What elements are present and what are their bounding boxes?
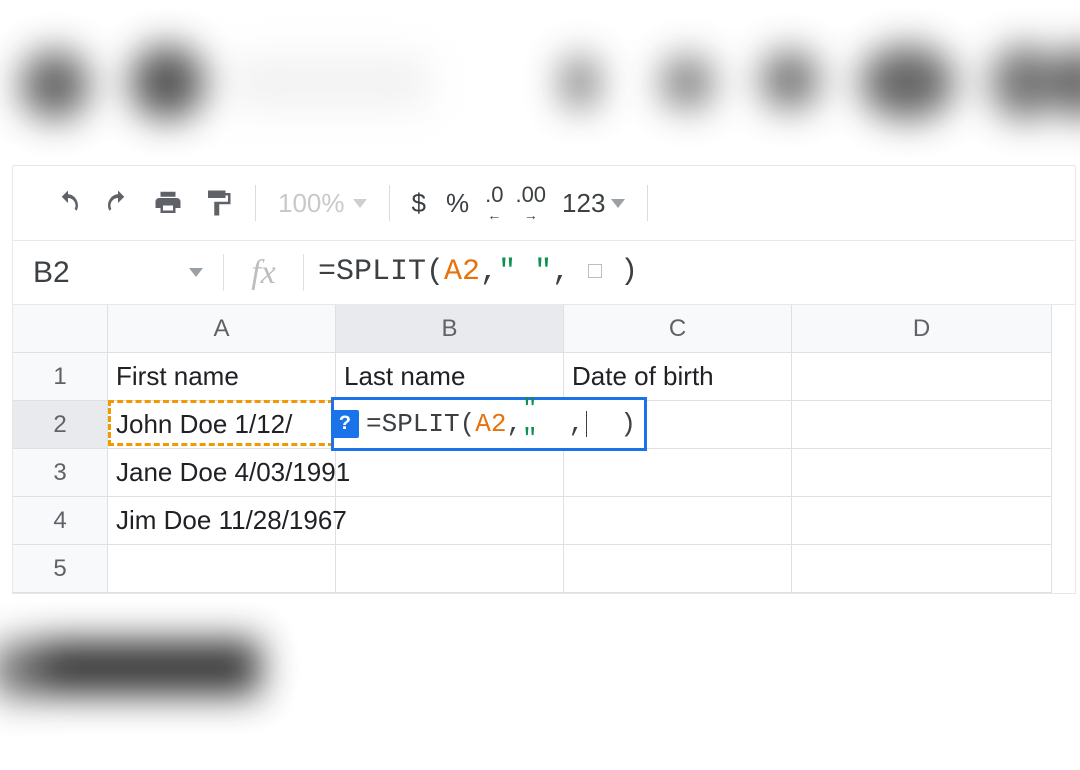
row-header-3[interactable]: 3: [13, 449, 108, 497]
arrow-right-icon: →: [524, 208, 538, 222]
select-all-corner[interactable]: [13, 305, 108, 353]
fx-icon: fx: [223, 254, 303, 292]
cell-A1[interactable]: First name: [108, 353, 336, 401]
undo-button[interactable]: [43, 178, 93, 228]
cell-D4[interactable]: [792, 497, 1052, 545]
cell-A3[interactable]: Jane Doe 4/03/1991: [108, 449, 336, 497]
format-currency-button[interactable]: $: [402, 188, 436, 219]
column-header-A[interactable]: A: [108, 305, 336, 353]
column-header-B[interactable]: B: [336, 305, 564, 353]
format-percent-button[interactable]: %: [436, 188, 479, 219]
print-button[interactable]: [143, 178, 193, 228]
cell-A5[interactable]: [108, 545, 336, 593]
redo-button[interactable]: [93, 178, 143, 228]
column-header-D[interactable]: D: [792, 305, 1052, 353]
decrease-decimal-button[interactable]: .0 ←: [479, 184, 509, 222]
cell-D1[interactable]: [792, 353, 1052, 401]
chevron-down-icon: [611, 199, 625, 208]
toolbar: 100% $ % .0 ← .00 → 123: [12, 165, 1076, 240]
cell-B5[interactable]: [336, 545, 564, 593]
increase-decimal-button[interactable]: .00 →: [509, 184, 552, 222]
name-box[interactable]: B2: [13, 241, 223, 304]
cell-A4[interactable]: Jim Doe 11/28/1967: [108, 497, 336, 545]
row-header-1[interactable]: 1: [13, 353, 108, 401]
cell-D2[interactable]: [792, 401, 1052, 449]
formula-row: B2 fx =SPLIT(A2," ", ): [12, 240, 1076, 305]
cell-C5[interactable]: [564, 545, 792, 593]
spreadsheet-grid: A B C D 1 First name Last name Date of b…: [12, 305, 1076, 594]
chevron-down-icon: [353, 199, 367, 208]
formula-help-badge[interactable]: ?: [331, 410, 359, 438]
cell-D5[interactable]: [792, 545, 1052, 593]
argument-placeholder-icon: [588, 264, 602, 278]
cell-A2[interactable]: John Doe 1/12/: [108, 401, 336, 449]
more-formats-dropdown[interactable]: 123: [552, 188, 635, 219]
zoom-value: 100%: [278, 188, 345, 219]
zoom-dropdown[interactable]: 100%: [268, 188, 377, 219]
row-header-2[interactable]: 2: [13, 401, 108, 449]
cell-editor[interactable]: ? =SPLIT(A2," ", ): [331, 397, 647, 451]
arrow-left-icon: ←: [487, 208, 501, 222]
cell-C1[interactable]: Date of birth: [564, 353, 792, 401]
formula-bar[interactable]: =SPLIT(A2," ", ): [303, 254, 1075, 292]
cell-D3[interactable]: [792, 449, 1052, 497]
column-header-C[interactable]: C: [564, 305, 792, 353]
chevron-down-icon: [189, 268, 203, 277]
cell-C4[interactable]: [564, 497, 792, 545]
row-header-4[interactable]: 4: [13, 497, 108, 545]
cell-C3[interactable]: [564, 449, 792, 497]
cell-B3[interactable]: [336, 449, 564, 497]
name-box-value: B2: [33, 256, 70, 290]
text-cursor: [586, 411, 587, 437]
row-header-5[interactable]: 5: [13, 545, 108, 593]
paint-format-button[interactable]: [193, 178, 243, 228]
cell-B4[interactable]: [336, 497, 564, 545]
